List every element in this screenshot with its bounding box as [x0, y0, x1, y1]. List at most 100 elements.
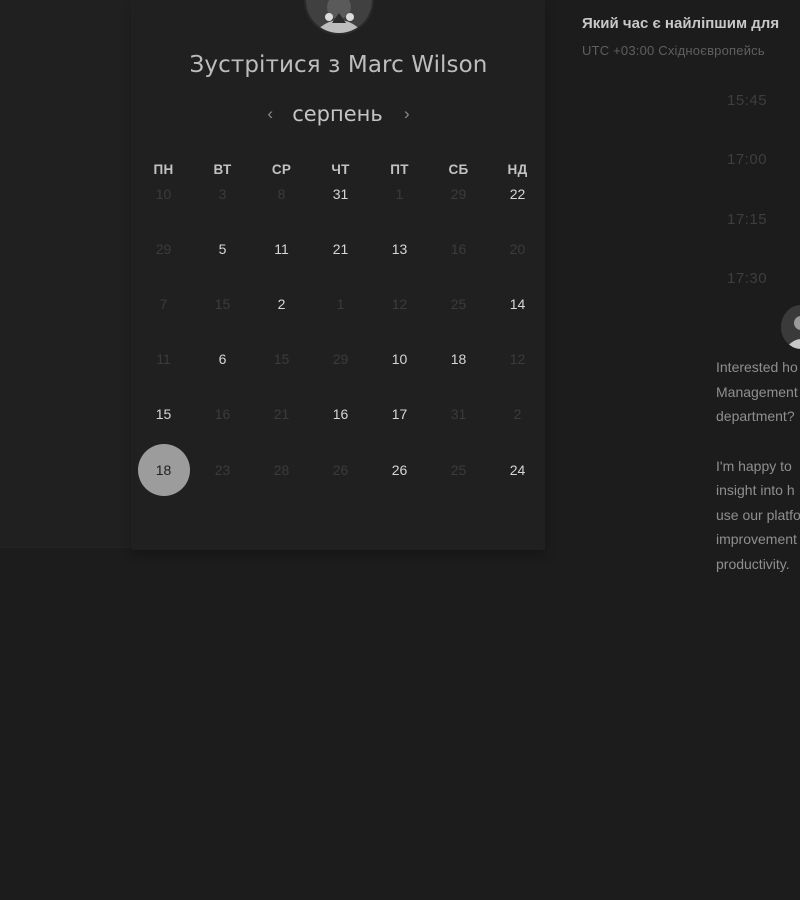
calendar-day-number: 21 — [332, 240, 349, 257]
calendar-day-number: 14 — [509, 295, 526, 312]
calendar-day-number: 24 — [509, 461, 526, 478]
calendar-day[interactable]: 15 — [134, 387, 193, 442]
month-label: серпень — [292, 102, 383, 126]
calendar-day[interactable]: 5 — [193, 221, 252, 276]
calendar-day: 12 — [370, 276, 429, 331]
chat-avatar — [781, 305, 800, 349]
calendar-day[interactable]: 22 — [488, 166, 547, 221]
calendar-day: 12 — [488, 332, 547, 387]
calendar-day[interactable]: 16 — [311, 387, 370, 442]
calendar-day: 2 — [488, 387, 547, 442]
calendar-day[interactable]: 6 — [193, 332, 252, 387]
calendar-day: 31 — [429, 387, 488, 442]
calendar-day-number: 29 — [450, 185, 467, 202]
message-line: Interested ho — [716, 359, 798, 375]
time-selection-panel: Який час є найліпшим для UTC +03:00 Схід… — [560, 0, 800, 900]
calendar-day: 16 — [193, 387, 252, 442]
calendar-day-number: 10 — [155, 185, 172, 202]
message-line: Management — [716, 384, 798, 400]
left-sidebar-panel — [0, 0, 132, 548]
person-icon — [306, 0, 372, 33]
calendar-day[interactable]: 14 — [488, 276, 547, 331]
calendar-day[interactable]: 13 — [370, 221, 429, 276]
time-slot[interactable]: 17:00 — [727, 151, 767, 168]
calendar-day-number: 28 — [273, 461, 290, 478]
calendar-day-number: 16 — [450, 240, 467, 257]
calendar-day: 8 — [252, 166, 311, 221]
calendar-day[interactable]: 17 — [370, 387, 429, 442]
calendar-day-number: 15 — [155, 406, 172, 423]
calendar-day[interactable]: 10 — [370, 332, 429, 387]
calendar-day-number: 17 — [391, 406, 408, 423]
message-line: improvement — [716, 531, 797, 547]
calendar-day: 1 — [370, 166, 429, 221]
calendar-day-selected[interactable]: 18 — [134, 442, 193, 497]
scheduler-page: Зустрітися з Marc Wilson ‹ серпень › ПН … — [0, 0, 800, 900]
host-avatar — [304, 0, 374, 35]
calendar-day-number: 25 — [450, 461, 467, 478]
calendar-day-number: 6 — [218, 351, 227, 368]
calendar-day: 11 — [134, 332, 193, 387]
chevron-right-icon[interactable]: › — [395, 102, 419, 126]
calendar-day: 26 — [311, 442, 370, 497]
calendar-day: 29 — [311, 332, 370, 387]
time-slot[interactable]: 15:45 — [727, 92, 767, 109]
calendar-day-number: 23 — [214, 461, 231, 478]
calendar-day: 10 — [134, 166, 193, 221]
calendar-day-number: 12 — [509, 351, 526, 368]
calendar-day-number: 18 — [450, 351, 467, 368]
calendar-day-number: 10 — [391, 351, 408, 368]
calendar-day-number: 29 — [332, 351, 349, 368]
month-navigation: ‹ серпень › — [132, 99, 545, 129]
calendar-day-number: 26 — [332, 461, 349, 478]
calendar-day: 7 — [134, 276, 193, 331]
calendar-day-number: 2 — [277, 295, 286, 312]
calendar-day[interactable]: 18 — [429, 332, 488, 387]
calendar-day-number: 5 — [218, 240, 227, 257]
calendar-day[interactable]: 24 — [488, 442, 547, 497]
calendar-day-number: 2 — [513, 406, 522, 423]
calendar-day-number: 18 — [155, 461, 172, 478]
calendar-day: 15 — [252, 332, 311, 387]
calendar-day: 29 — [429, 166, 488, 221]
calendar-day-number: 7 — [159, 295, 168, 312]
time-slot[interactable]: 17:15 — [727, 211, 767, 228]
calendar-day-number: 31 — [332, 185, 349, 202]
calendar-day-number: 21 — [273, 406, 290, 423]
calendar-day-number: 12 — [391, 295, 408, 312]
calendar-day-number: 26 — [391, 461, 408, 478]
calendar-day-number: 31 — [450, 406, 467, 423]
calendar-day-number: 16 — [332, 406, 349, 423]
calendar-day: 20 — [488, 221, 547, 276]
calendar-day-number: 15 — [273, 351, 290, 368]
calendar-panel: Зустрітися з Marc Wilson ‹ серпень › ПН … — [132, 0, 545, 550]
message-line: insight into h — [716, 482, 795, 498]
calendar-day: 3 — [193, 166, 252, 221]
calendar-day-number: 15 — [214, 295, 231, 312]
calendar-day[interactable]: 2 — [252, 276, 311, 331]
chevron-left-icon[interactable]: ‹ — [258, 102, 282, 126]
calendar-day: 21 — [252, 387, 311, 442]
calendar-day[interactable]: 21 — [311, 221, 370, 276]
message-line: I'm happy to — [716, 458, 792, 474]
time-slot[interactable]: 17:30 — [727, 270, 767, 287]
calendar-day-number: 1 — [336, 295, 345, 312]
time-question-heading: Який час є найліпшим для — [582, 15, 780, 32]
timezone-selector[interactable]: UTC +03:00 Східноєвропейсь — [582, 43, 765, 58]
calendar-day-number: 22 — [509, 185, 526, 202]
calendar-day: 1 — [311, 276, 370, 331]
calendar-grid: 10 3 8 31 1 29 22 29 5 11 21 13 16 20 7 15 2 1 12 25 14 11 6 15… — [134, 166, 547, 497]
calendar-day-number: 1 — [395, 185, 404, 202]
calendar-day: 16 — [429, 221, 488, 276]
calendar-day-number: 11 — [274, 240, 289, 257]
calendar-day[interactable]: 31 — [311, 166, 370, 221]
calendar-day[interactable]: 26 — [370, 442, 429, 497]
calendar-day[interactable]: 11 — [252, 221, 311, 276]
calendar-day: 23 — [193, 442, 252, 497]
meeting-title: Зустрітися з Marc Wilson — [189, 52, 488, 78]
calendar-day: 25 — [429, 276, 488, 331]
message-line: productivity. — [716, 556, 790, 572]
calendar-day: 29 — [134, 221, 193, 276]
calendar-day: 28 — [252, 442, 311, 497]
calendar-day-number: 29 — [155, 240, 172, 257]
